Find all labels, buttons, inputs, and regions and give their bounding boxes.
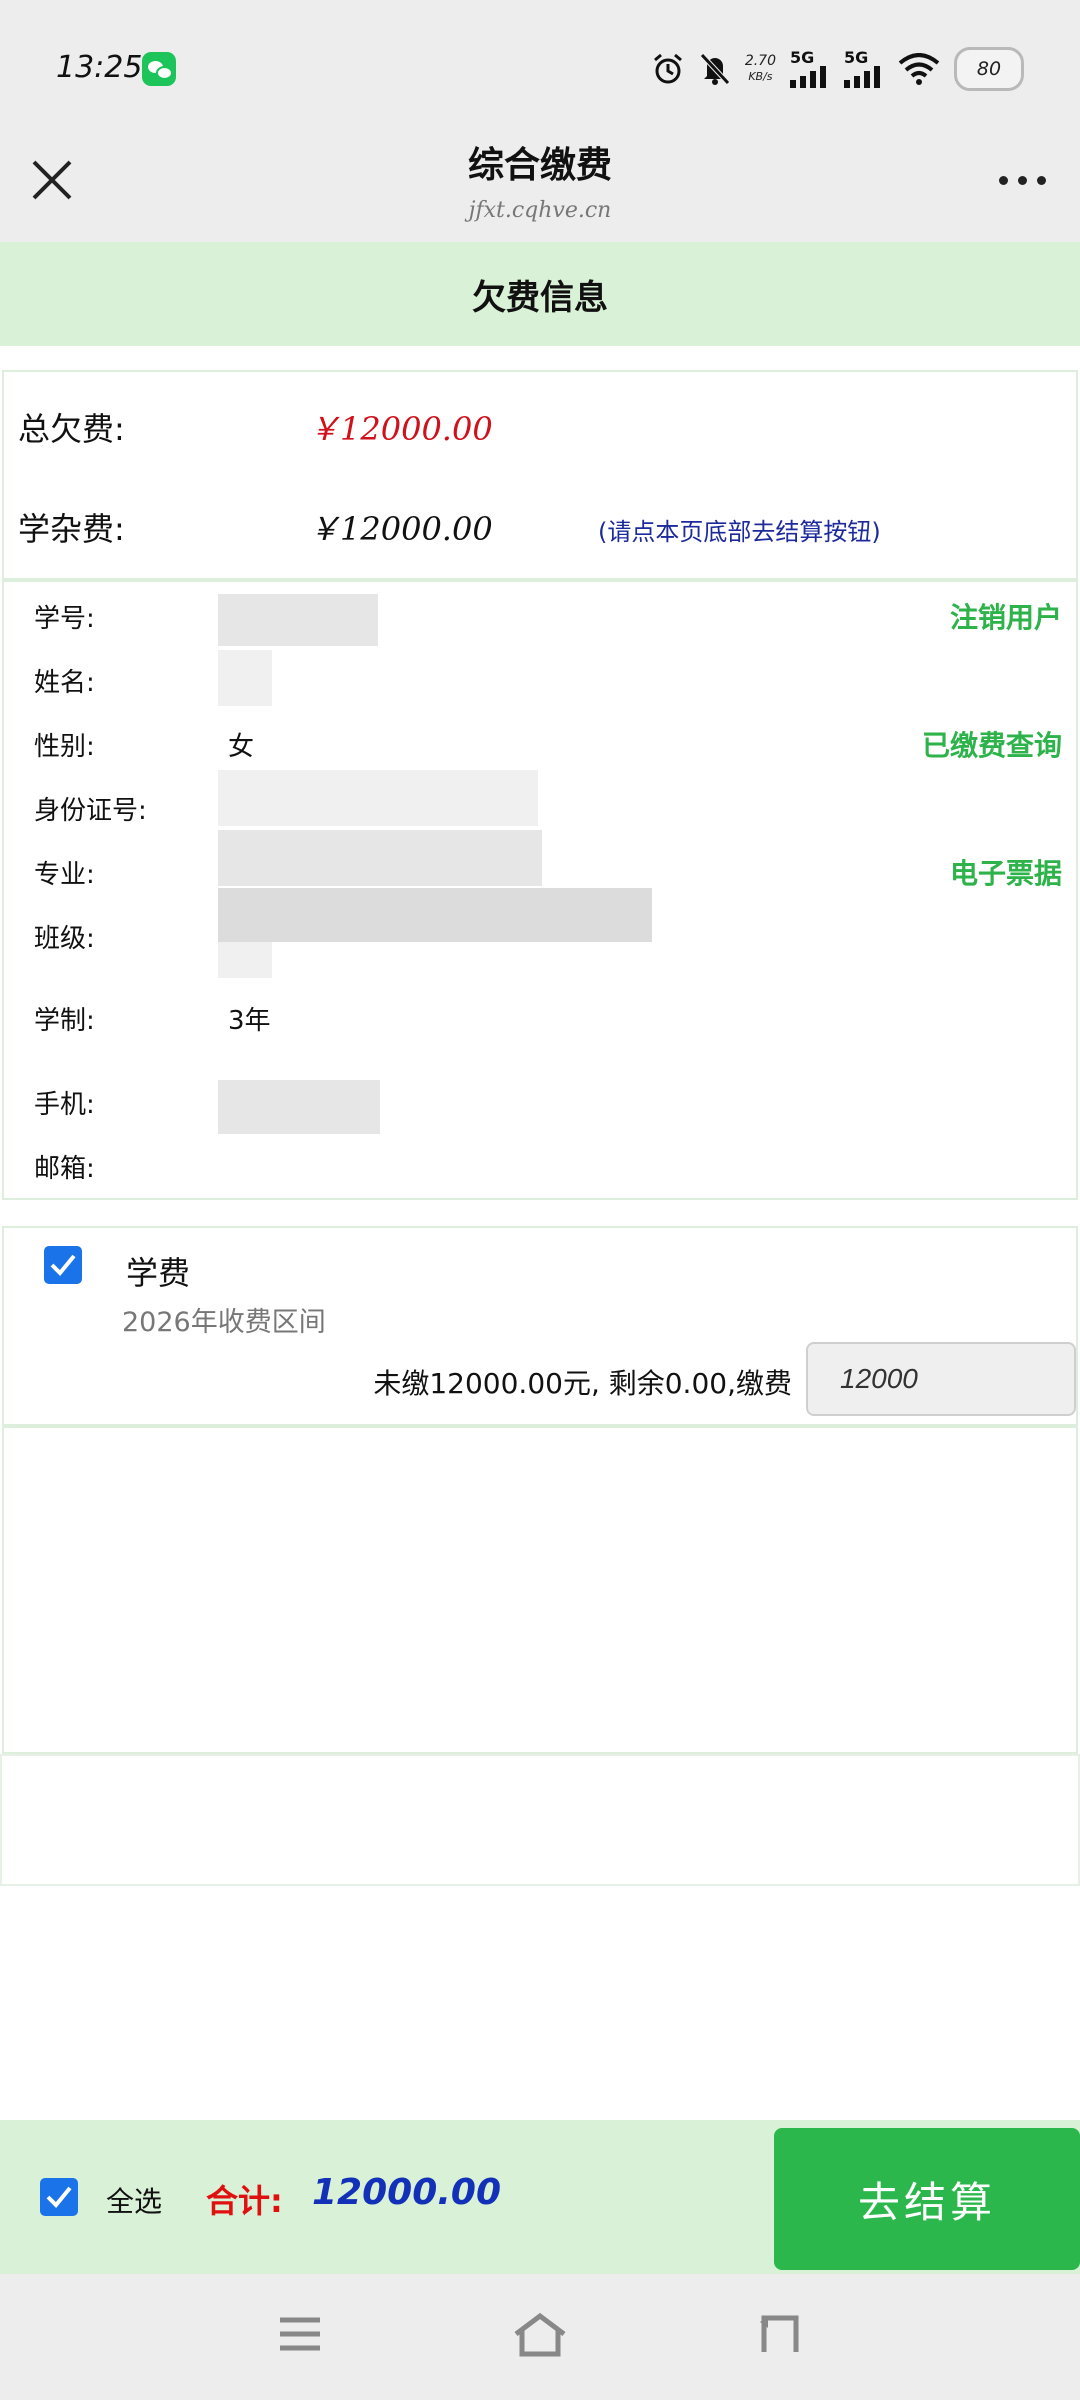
redacted-id-card (218, 770, 538, 826)
speed-unit: KB/s (748, 70, 773, 83)
total-arrears-value: ￥12000.00 (308, 410, 493, 448)
redacted-class-extra (218, 942, 272, 978)
misc-fee-row: 学杂费: ￥12000.00 (18, 504, 493, 550)
mute-icon (699, 52, 731, 86)
title-bar: 综合缴费 jfxt.cqhve.cn (0, 120, 1080, 242)
status-icons: 2.70 KB/s 5G 5G 80 (651, 44, 1024, 94)
wechat-icon (142, 52, 176, 86)
redacted-phone (218, 1080, 380, 1134)
battery-icon: 80 (954, 47, 1024, 91)
student-id-label: 学号: (34, 604, 95, 634)
checkmark-icon (46, 2186, 72, 2208)
more-button[interactable] (994, 170, 1050, 190)
major-label: 专业: (34, 860, 95, 890)
select-all-label[interactable]: 全选 (106, 2180, 162, 2220)
redacted-class (218, 888, 652, 942)
wifi-icon (898, 53, 940, 85)
misc-fee-label: 学杂费: (18, 510, 125, 548)
checkout-hint: (请点本页底部去结算按钮) (598, 518, 881, 546)
system-nav-bar (0, 2274, 1080, 2400)
fee-item: 学费 2026年收费区间 未缴12000.00元, 剩余0.00,缴费 1200… (2, 1226, 1078, 1426)
more-dot-icon (998, 175, 1008, 185)
logout-link[interactable]: 注销用户 (950, 596, 1062, 636)
redacted-student-id (218, 594, 378, 646)
class-label: 班级: (34, 924, 95, 954)
duration-label: 学制: (34, 1006, 95, 1036)
empty-panel (2, 1426, 1078, 1754)
total-value: 12000.00 (312, 2172, 502, 2213)
speed-value: 2.70 (744, 53, 776, 69)
empty-panel (0, 1754, 1080, 1886)
phone-label: 手机: (34, 1090, 95, 1120)
signal-icon (844, 66, 880, 88)
more-dot-icon (1036, 175, 1046, 185)
battery-level: 80 (976, 58, 1002, 80)
section-title: 欠费信息 (0, 242, 1080, 346)
status-bar: 13:25 2.70 KB/s 5G 5G 80 (0, 0, 1080, 120)
duration-value: 3年 (228, 1006, 271, 1036)
payment-amount-input[interactable]: 12000 (806, 1342, 1076, 1416)
fee-item-detail: 未缴12000.00元, 剩余0.00,缴费 (373, 1367, 792, 1400)
select-all-checkbox[interactable] (40, 2178, 78, 2216)
e-receipt-link[interactable]: 电子票据 (950, 852, 1062, 892)
page-url: jfxt.cqhve.cn (468, 198, 612, 223)
status-time: 13:25 (56, 50, 143, 85)
fee-item-name: 学费 (126, 1254, 191, 1292)
total-arrears-row: 总欠费: ￥12000.00 (18, 404, 493, 450)
total-label: 合计: (206, 2182, 283, 2220)
fee-item-checkbox[interactable] (44, 1246, 82, 1284)
id-card-label: 身份证号: (34, 796, 147, 826)
alarm-icon (651, 52, 685, 86)
email-label: 邮箱: (34, 1154, 95, 1184)
fee-item-period: 2026年收费区间 (122, 1307, 326, 1338)
more-dot-icon (1017, 175, 1027, 185)
total-arrears-label: 总欠费: (18, 410, 125, 448)
arrears-summary: 总欠费: ￥12000.00 学杂费: ￥12000.00 (请点本页底部去结算… (2, 370, 1078, 580)
gender-value: 女 (228, 732, 255, 762)
name-label: 姓名: (34, 668, 95, 698)
sim1-label: 5G (790, 48, 815, 67)
redacted-major (218, 830, 542, 886)
signal-icon (790, 66, 826, 88)
network-speed: 2.70 KB/s (745, 53, 776, 85)
checkout-button[interactable]: 去结算 (774, 2128, 1080, 2270)
page-title: 综合缴费 (467, 145, 612, 186)
student-info: 学号: 姓名: 性别: 女 身份证号: 专业: 班级: 学制: 3年 手机: 邮… (2, 580, 1078, 1200)
sim2-signal: 5G (844, 50, 884, 88)
menu-icon[interactable] (276, 2312, 324, 2360)
gender-label: 性别: (34, 732, 95, 762)
checkmark-icon (50, 1254, 76, 1276)
misc-fee-value: ￥12000.00 (308, 510, 493, 548)
redacted-name (218, 650, 272, 706)
checkout-bar: 全选 合计: 12000.00 去结算 (0, 2120, 1080, 2274)
home-icon[interactable] (512, 2312, 568, 2362)
sim2-label: 5G (844, 48, 869, 67)
back-icon[interactable] (756, 2312, 804, 2360)
paid-query-link[interactable]: 已缴费查询 (922, 724, 1062, 764)
sim1-signal: 5G (790, 50, 830, 88)
